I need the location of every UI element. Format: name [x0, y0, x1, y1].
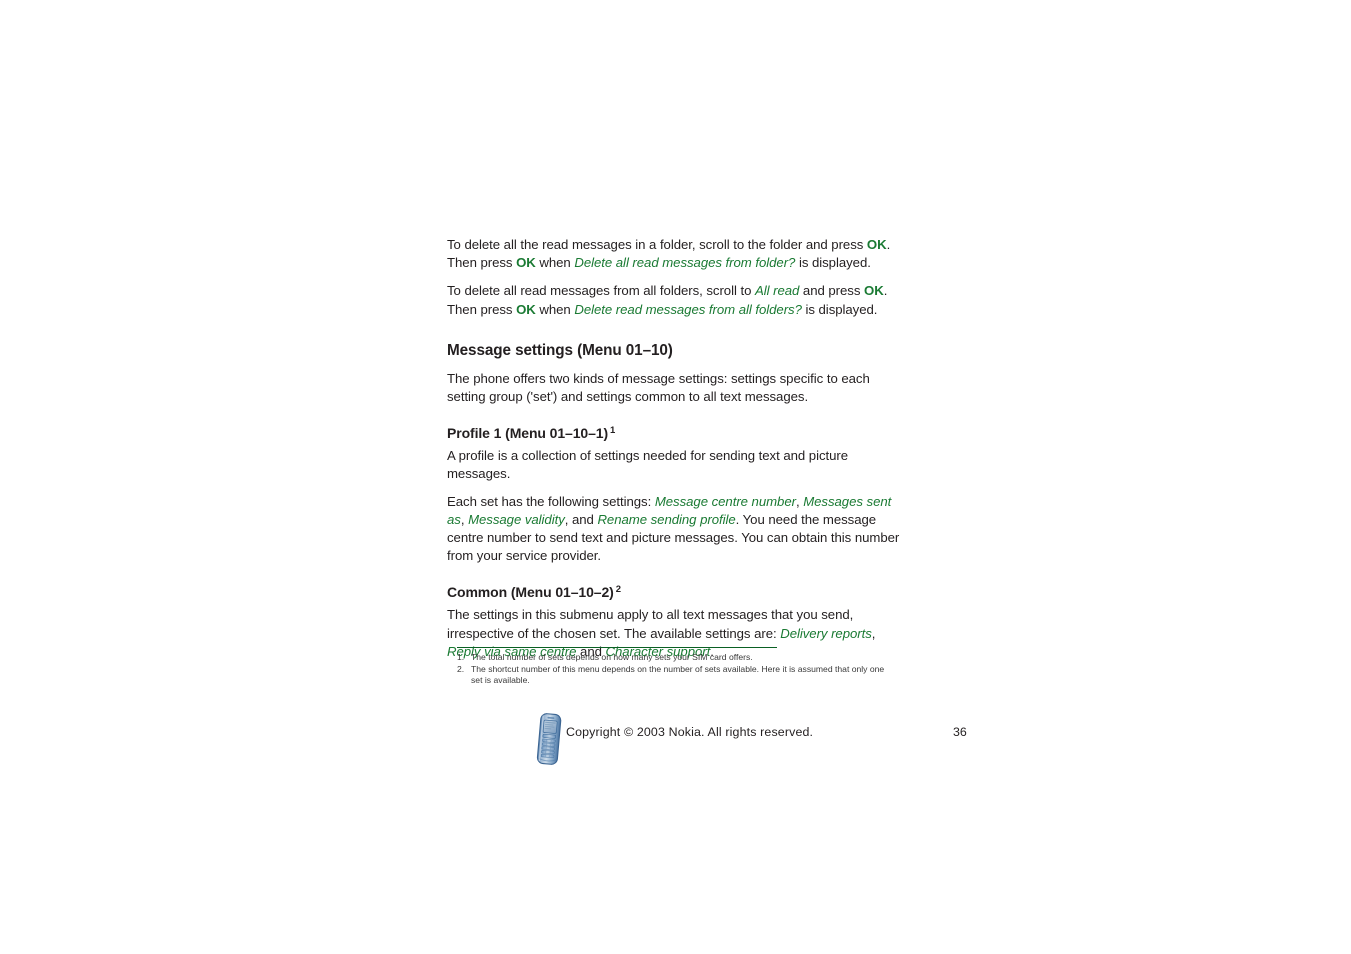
footnote-marker-1: 1	[610, 424, 616, 436]
footnote-item: 1. The total number of sets depends on h…	[457, 652, 897, 664]
text-segment: To delete all read messages from all fol…	[447, 283, 755, 299]
footnote-number: 2.	[457, 663, 465, 674]
text-segment: To delete all the read messages in a fol…	[447, 237, 867, 252]
nokia-phone-icon	[528, 711, 570, 769]
key-label-ok: OK	[516, 301, 536, 317]
footnote-number: 1.	[457, 652, 465, 662]
key-label-ok: OK	[864, 283, 884, 299]
text-segment: when	[535, 301, 575, 317]
paragraph-delete-folder: To delete all the read messages in a fol…	[447, 236, 903, 272]
section-heading-message-settings: Message settings (Menu 01–10)	[447, 341, 673, 359]
footnote-item: 2. The shortcut number of this menu depe…	[457, 664, 897, 687]
text-segment: is displayed.	[795, 255, 871, 271]
menu-term-message-validity: Message validity	[468, 511, 565, 527]
document-page: To delete all the read messages in a fol…	[0, 0, 1351, 954]
key-label-ok: OK	[866, 237, 887, 252]
menu-term-message-centre-number: Message centre number	[654, 493, 796, 509]
subsection-heading-label: Profile 1 (Menu 01–10–1)	[447, 425, 608, 442]
subsection-heading-profile-1: Profile 1 (Menu 01–10–1) 1	[447, 424, 903, 443]
text-segment: and press	[799, 283, 865, 299]
footer-copyright: Copyright © 2003 Nokia. All rights reser…	[566, 725, 814, 739]
paragraph-profile-definition: A profile is a collection of settings ne…	[447, 448, 849, 482]
footnote-text: The total number of sets depends on how …	[471, 652, 753, 662]
subsection-heading-label: Common (Menu 01–10–2)	[447, 584, 614, 601]
text-segment: ,	[460, 511, 469, 527]
paragraph-delete-all-folders: To delete all read messages from all fol…	[447, 282, 903, 318]
key-label-ok: OK	[516, 255, 536, 271]
menu-term-delete-all-read-messages-from-folder: Delete all read messages from folder?	[574, 255, 796, 271]
text-segment: ,	[871, 625, 876, 641]
menu-term-all-read: All read	[754, 283, 800, 299]
footnote-list: 1. The total number of sets depends on h…	[457, 652, 897, 687]
footnote-separator-rule	[457, 647, 777, 648]
subsection-heading-common: Common (Menu 01–10–2) 2	[447, 583, 903, 602]
paragraph-message-settings-intro: The phone offers two kinds of message se…	[447, 370, 870, 405]
footnote-marker-2: 2	[615, 583, 621, 595]
menu-term-rename-sending-profile: Rename sending profile	[597, 511, 736, 527]
menu-term-delete-read-messages-from-all-folders: Delete read messages from all folders?	[574, 301, 802, 317]
paragraph-profile-settings: Each set has the following settings: Mes…	[447, 493, 903, 566]
menu-term-delivery-reports: Delivery reports	[780, 625, 872, 641]
text-segment: , and	[564, 511, 598, 527]
text-segment: is displayed.	[801, 301, 878, 317]
footer-page-number: 36	[953, 725, 967, 739]
text-segment: Each set has the following settings:	[447, 493, 655, 509]
text-segment: when	[535, 255, 575, 271]
footnote-text: The shortcut number of this menu depends…	[471, 663, 885, 686]
page-content: To delete all the read messages in a fol…	[447, 236, 903, 671]
